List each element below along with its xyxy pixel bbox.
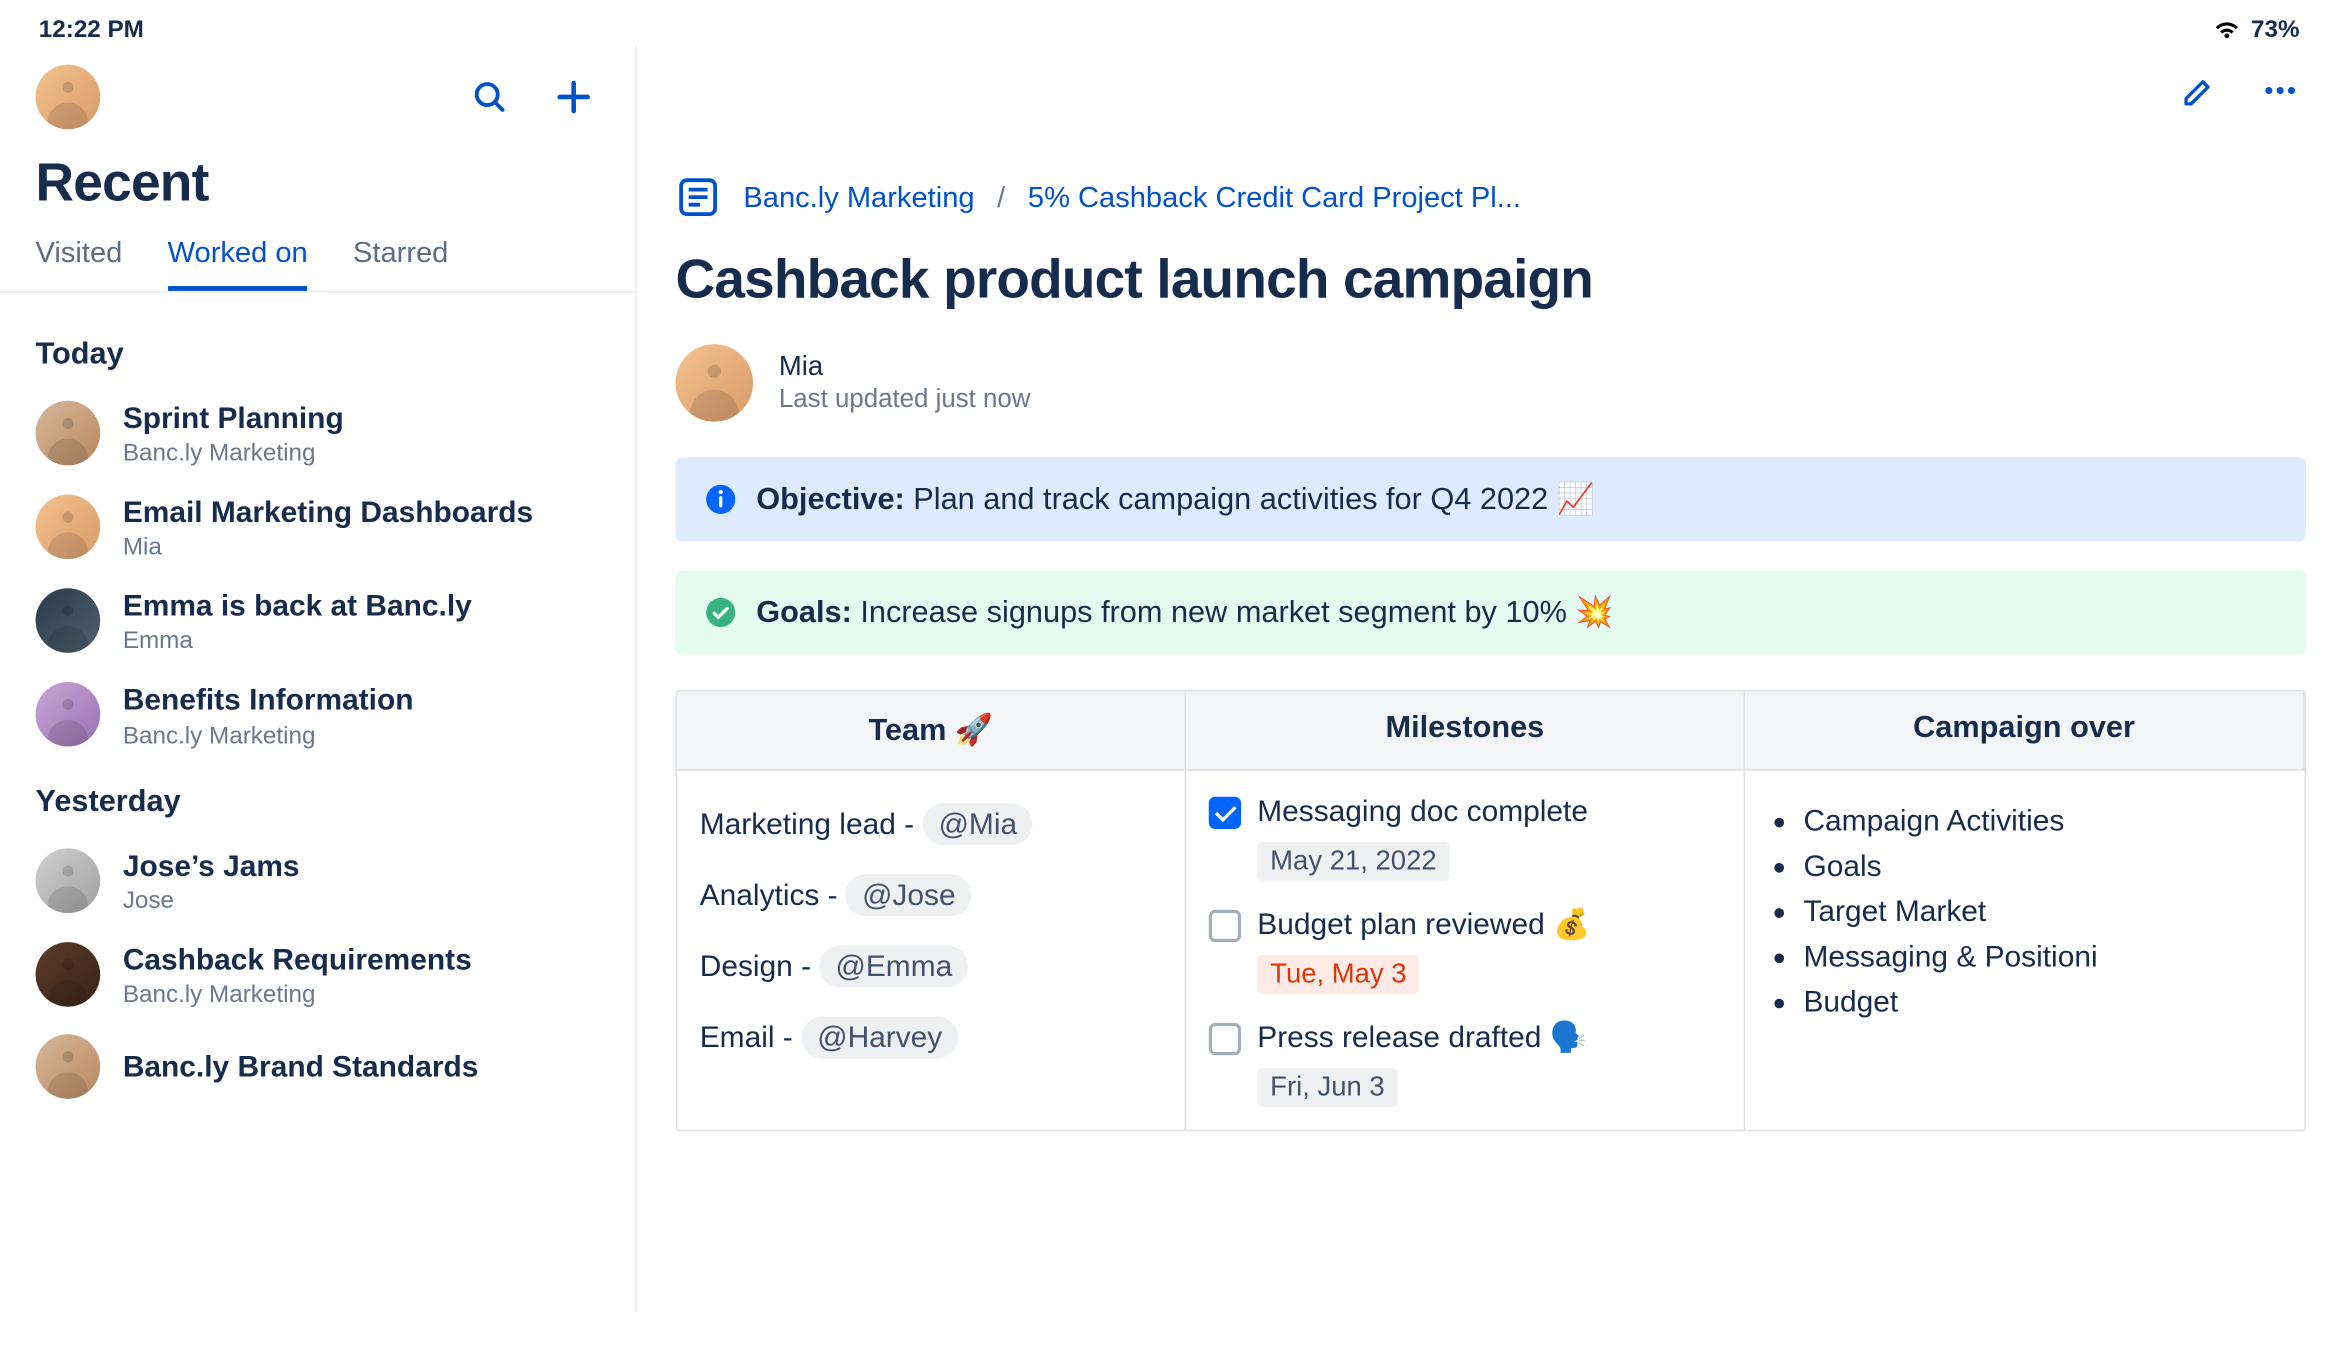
list-item-sub: Emma xyxy=(123,628,472,655)
date-chip[interactable]: Fri, Jun 3 xyxy=(1257,1068,1397,1107)
overview-item[interactable]: Messaging & Positioni xyxy=(1803,939,2281,975)
info-icon xyxy=(705,483,737,515)
list-item-sub: Banc.ly Marketing xyxy=(123,440,344,467)
author-avatar[interactable] xyxy=(675,344,753,422)
checkbox[interactable] xyxy=(1209,1023,1241,1055)
search-button[interactable] xyxy=(464,71,516,123)
pencil-icon xyxy=(2182,73,2218,109)
td-overview: Campaign Activities Goals Target Market … xyxy=(1745,771,2304,1130)
avatar xyxy=(36,683,101,748)
list-item[interactable]: Benefits Information Banc.ly Marketing xyxy=(36,668,600,762)
detail-pane: Banc.ly Marketing / 5% Cashback Credit C… xyxy=(637,45,2339,1312)
team-role: Design - xyxy=(700,949,820,983)
space-icon xyxy=(675,175,720,220)
search-icon xyxy=(470,78,509,117)
milestone-text: Budget plan reviewed 💰 xyxy=(1257,907,1590,943)
more-button[interactable] xyxy=(2254,65,2306,117)
list-item-title: Jose’s Jams xyxy=(123,846,300,883)
avatar xyxy=(36,495,101,560)
author-updated: Last updated just now xyxy=(779,386,1031,415)
status-battery: 73% xyxy=(2251,15,2300,42)
breadcrumb-space[interactable]: Banc.ly Marketing xyxy=(743,180,974,214)
breadcrumb-parent[interactable]: 5% Cashback Credit Card Project Pl... xyxy=(1028,180,1521,214)
list-item-sub: Jose xyxy=(123,887,300,914)
objective-label: Objective: xyxy=(756,483,904,517)
mention[interactable]: @Harvey xyxy=(801,1016,958,1058)
plus-icon xyxy=(553,76,595,118)
list-item[interactable]: Cashback Requirements Banc.ly Marketing xyxy=(36,927,600,1021)
overview-item[interactable]: Target Market xyxy=(1803,894,2281,930)
section-yesterday: Yesterday xyxy=(36,785,600,821)
mention[interactable]: @Mia xyxy=(922,803,1033,845)
goals-text: Increase signups from new market segment… xyxy=(860,596,1613,630)
milestone-text: Messaging doc complete xyxy=(1257,793,1588,829)
status-time: 12:22 PM xyxy=(39,15,144,42)
goals-panel: Goals: Increase signups from new market … xyxy=(675,570,2306,654)
checkbox[interactable] xyxy=(1209,797,1241,829)
create-button[interactable] xyxy=(548,71,600,123)
avatar xyxy=(36,401,101,466)
tab-starred[interactable]: Starred xyxy=(353,236,448,291)
td-team: Marketing lead - @Mia Analytics - @Jose … xyxy=(677,771,1186,1130)
list-item-title: Benefits Information xyxy=(123,681,414,718)
td-milestones: Messaging doc complete May 21, 2022 Budg… xyxy=(1186,771,1745,1130)
team-role: Email - xyxy=(700,1020,801,1054)
mention[interactable]: @Jose xyxy=(846,874,972,916)
overview-item[interactable]: Budget xyxy=(1803,984,2281,1020)
goals-label: Goals: xyxy=(756,596,852,630)
date-chip[interactable]: May 21, 2022 xyxy=(1257,842,1449,881)
list-item-title: Banc.ly Brand Standards xyxy=(123,1047,479,1084)
list-item[interactable]: Email Marketing Dashboards Mia xyxy=(36,480,600,574)
th-team: Team 🚀 xyxy=(677,692,1186,771)
avatar xyxy=(36,848,101,913)
list-item[interactable]: Sprint Planning Banc.ly Marketing xyxy=(36,386,600,480)
objective-text: Plan and track campaign activities for Q… xyxy=(913,483,1595,517)
edit-button[interactable] xyxy=(2174,65,2226,117)
author-block: Mia Last updated just now xyxy=(675,344,2306,422)
mention[interactable]: @Emma xyxy=(819,945,968,987)
list-item-title: Sprint Planning xyxy=(123,399,344,436)
content-table: Team 🚀 Milestones Campaign over Marketin… xyxy=(675,690,2306,1131)
avatar xyxy=(36,942,101,1007)
status-bar: 12:22 PM 73% xyxy=(0,0,2338,45)
list-item-sub: Banc.ly Marketing xyxy=(123,722,414,749)
author-name: Mia xyxy=(779,351,1031,383)
milestone-text: Press release drafted 🗣️ xyxy=(1257,1020,1587,1056)
team-role: Analytics - xyxy=(700,877,846,911)
list-item-sub: Banc.ly Marketing xyxy=(123,981,472,1008)
team-role: Marketing lead - xyxy=(700,806,923,840)
breadcrumb-sep: / xyxy=(997,180,1005,214)
list-item-title: Email Marketing Dashboards xyxy=(123,493,533,530)
profile-avatar[interactable] xyxy=(36,65,101,130)
avatar xyxy=(36,1034,101,1099)
tab-worked-on[interactable]: Worked on xyxy=(168,236,308,291)
overview-item[interactable]: Campaign Activities xyxy=(1803,803,2281,839)
more-icon xyxy=(2261,71,2300,110)
list-item-title: Cashback Requirements xyxy=(123,940,472,977)
objective-panel: Objective: Plan and track campaign activ… xyxy=(675,457,2306,541)
sidebar-tabs: Visited Worked on Starred xyxy=(0,213,635,292)
section-today: Today xyxy=(36,338,600,374)
list-item[interactable]: Emma is back at Banc.ly Emma xyxy=(36,574,600,668)
check-circle-icon xyxy=(705,596,737,628)
list-item-sub: Mia xyxy=(123,534,533,561)
date-chip[interactable]: Tue, May 3 xyxy=(1257,955,1419,994)
th-milestones: Milestones xyxy=(1186,692,1745,771)
sidebar: Recent Visited Worked on Starred Today S… xyxy=(0,45,637,1312)
wifi-icon xyxy=(2212,18,2241,41)
list-item[interactable]: Jose’s Jams Jose xyxy=(36,833,600,927)
sidebar-title: Recent xyxy=(0,136,635,214)
avatar xyxy=(36,589,101,654)
page-title: Cashback product launch campaign xyxy=(675,249,2306,312)
th-overview: Campaign over xyxy=(1745,692,2304,771)
list-item[interactable]: Banc.ly Brand Standards xyxy=(36,1021,600,1111)
overview-item[interactable]: Goals xyxy=(1803,848,2281,884)
tab-visited[interactable]: Visited xyxy=(36,236,123,291)
breadcrumb: Banc.ly Marketing / 5% Cashback Credit C… xyxy=(675,175,2306,220)
list-item-title: Emma is back at Banc.ly xyxy=(123,587,472,624)
checkbox[interactable] xyxy=(1209,910,1241,942)
